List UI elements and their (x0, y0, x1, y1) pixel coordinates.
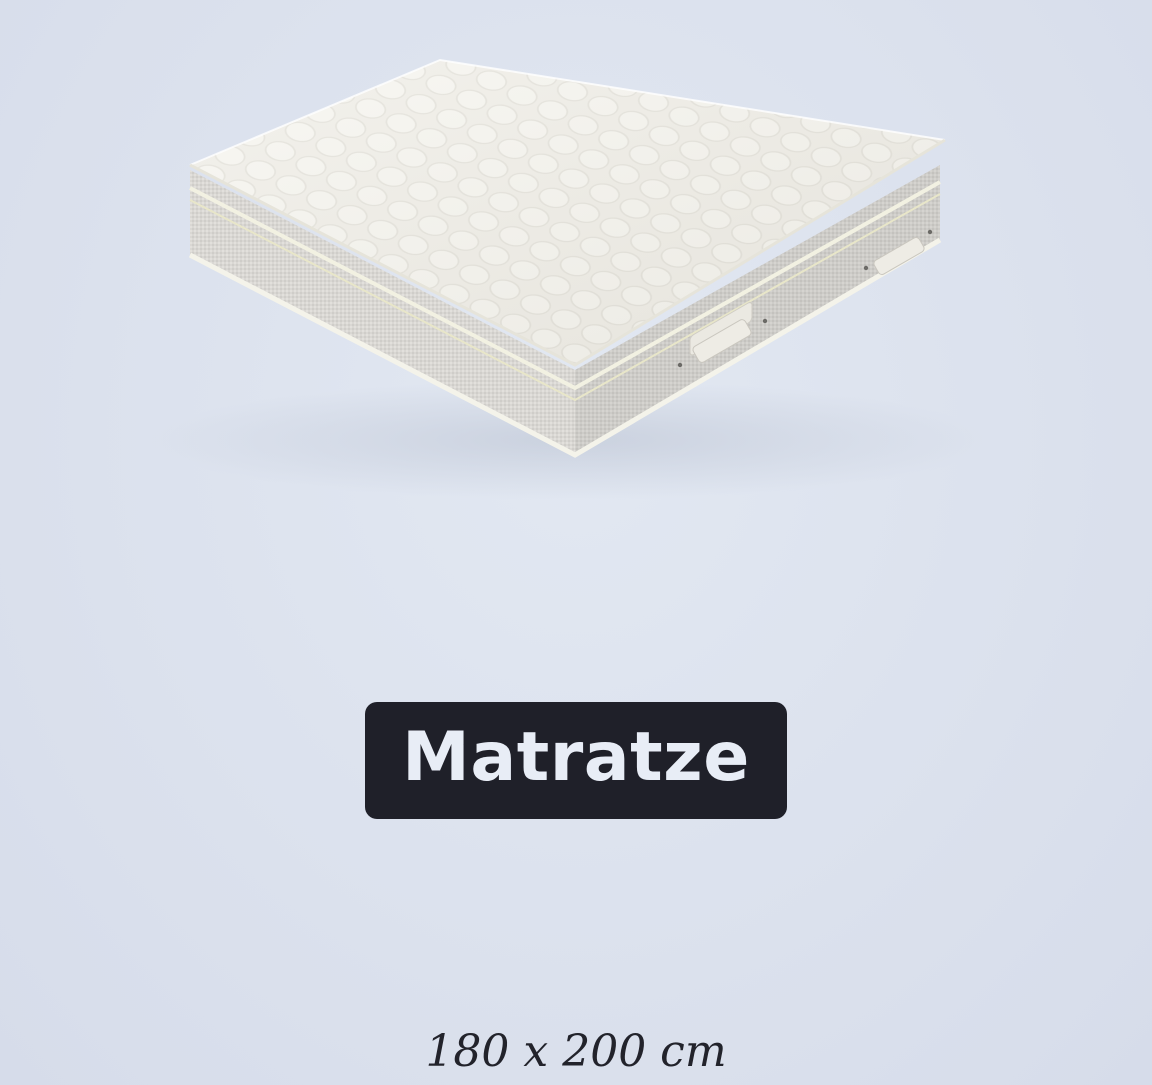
product-title: Matratze (402, 717, 750, 797)
product-size: 180 x 200 cm (425, 1026, 727, 1077)
product-title-badge: Matratze (365, 702, 787, 819)
mattress-image (150, 58, 990, 500)
